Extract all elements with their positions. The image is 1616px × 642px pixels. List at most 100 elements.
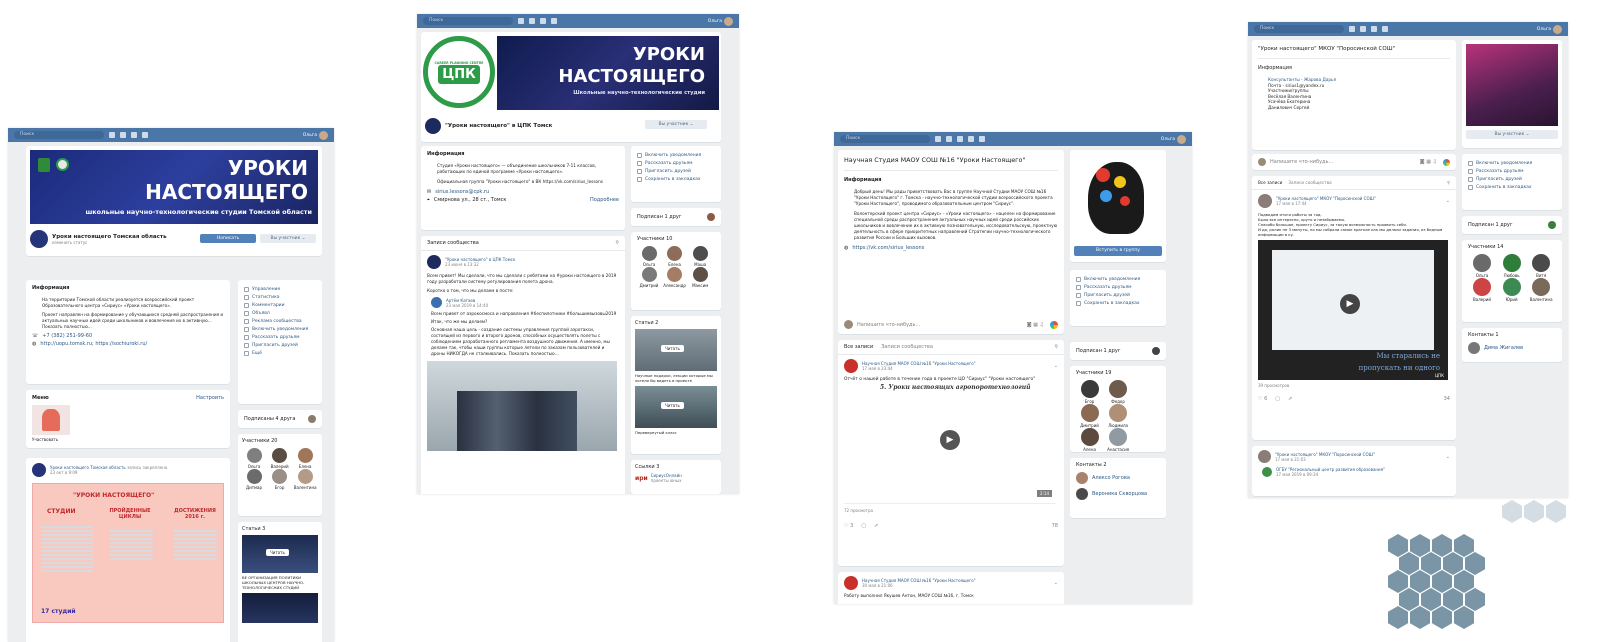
notifications-icon[interactable] (518, 18, 524, 24)
contact-name[interactable]: Вероника Скворцова (1092, 491, 1147, 497)
search-input[interactable]: Поиск (1254, 25, 1344, 33)
repost-date[interactable]: 23 мая 2019 в 14:40 (446, 303, 488, 308)
member[interactable]: Елена (293, 448, 317, 469)
members-heading[interactable]: Участники 14 (1468, 244, 1556, 250)
member[interactable]: Дмитрий (1076, 404, 1103, 428)
play-button-icon[interactable]: ▶ (1340, 294, 1360, 314)
menu-item-label[interactable]: Участвовать (32, 437, 224, 442)
member[interactable]: Максим (688, 267, 712, 288)
post-date[interactable]: 17 мая в 23:44 (862, 366, 976, 371)
member[interactable]: Александр (663, 267, 687, 288)
menu-share[interactable]: Рассказать друзьям (1468, 169, 1556, 174)
subs-heading[interactable]: Подписан 1 друг (637, 214, 681, 220)
member[interactable]: Витя (1527, 254, 1555, 278)
member[interactable]: Федор (1105, 380, 1132, 404)
article-cover[interactable]: Читать (635, 329, 717, 371)
user-menu[interactable]: Ольга (1537, 24, 1562, 34)
read-button[interactable]: Читать (266, 549, 289, 556)
notifications-icon[interactable] (1349, 26, 1355, 32)
chevron-down-icon[interactable]: ⌄ (1446, 198, 1450, 204)
site-link[interactable]: https://vk.com/sirius_lessons (852, 245, 924, 251)
repost-author-avatar[interactable] (431, 297, 442, 308)
post-date[interactable]: 17 мая в 17:44 (1276, 201, 1376, 206)
subs-heading[interactable]: Подписан 1 друг (1076, 348, 1120, 354)
like-button[interactable]: ♡ 3 (844, 523, 853, 529)
menu-invite[interactable]: Пригласить друзей (1076, 293, 1160, 298)
site-link[interactable]: http://uopu.tomsk.ru; https://sochiuroki… (40, 341, 147, 347)
video-player[interactable]: 5. Уроки настоящих агропоротехнологий ▶ … (844, 384, 1056, 504)
subs-heading[interactable]: Подписаны 4 друга (244, 416, 295, 422)
music-icon[interactable] (540, 18, 546, 24)
group-status[interactable]: изменить статус (52, 240, 167, 245)
members-heading[interactable]: Участники 20 (242, 438, 318, 444)
user-menu[interactable]: Ольга (303, 130, 328, 140)
contact-name[interactable]: Алексо Рогова (1092, 475, 1130, 481)
notifications-icon[interactable] (109, 132, 115, 138)
subs-heading[interactable]: Подписан 1 друг (1468, 222, 1512, 228)
comment-icon[interactable]: ▢ (861, 523, 866, 529)
search-input[interactable]: Поиск (14, 131, 104, 139)
contact-avatar[interactable] (1468, 342, 1480, 354)
read-button[interactable]: Читать (661, 345, 684, 352)
members-heading[interactable]: Участники 19 (1076, 370, 1160, 376)
menu-stats[interactable]: Статистика (244, 295, 316, 300)
contacts-heading[interactable]: Контакты 1 (1468, 332, 1556, 338)
post-author-avatar[interactable] (32, 463, 46, 477)
member-button[interactable]: Вы участник ⌄ (645, 120, 707, 129)
read-button[interactable]: Читать (661, 402, 684, 409)
menu-promote[interactable]: Реклама сообщества (244, 319, 316, 324)
menu-share[interactable]: Рассказать друзьям (1076, 285, 1160, 290)
menu-share[interactable]: Рассказать друзьям (244, 335, 316, 340)
post-author-avatar[interactable] (1258, 450, 1271, 463)
bell-icon[interactable] (957, 136, 963, 142)
notifications-icon[interactable] (935, 136, 941, 142)
search-icon[interactable]: ⚲ (615, 240, 619, 246)
member[interactable]: Любовь (1498, 254, 1526, 278)
music-icon[interactable] (1371, 26, 1377, 32)
member[interactable]: Валентина (293, 469, 317, 490)
group-avatar[interactable] (30, 230, 48, 248)
member[interactable]: Валентина (1527, 278, 1555, 302)
member[interactable]: Людмила (1105, 404, 1132, 428)
contact-avatar[interactable] (1076, 488, 1088, 500)
more-link[interactable]: Подробнее (590, 197, 619, 203)
like-button[interactable]: ♡ 6 (1258, 396, 1267, 402)
repost-date[interactable]: 17 мая 2019 в 09:34 (1276, 472, 1385, 477)
music-icon[interactable] (131, 132, 137, 138)
tab-community-posts[interactable]: Записи сообщества (1288, 180, 1331, 185)
play-icon[interactable] (142, 132, 148, 138)
messages-icon[interactable] (946, 136, 952, 142)
member[interactable]: Дитмар (242, 469, 266, 490)
contact-name[interactable]: Дима Жигалев (1484, 345, 1523, 351)
menu-bookmark[interactable]: Сохранить в закладках (637, 177, 715, 182)
member[interactable]: Маша (688, 246, 712, 267)
member-button[interactable]: Вы участник ⌄ (1466, 130, 1558, 139)
contact-avatar[interactable] (1076, 472, 1088, 484)
chevron-down-icon[interactable]: ⌄ (1054, 363, 1058, 369)
group-avatar[interactable] (425, 118, 441, 134)
menu-notify[interactable]: Включить уведомления (244, 327, 316, 332)
member[interactable]: Юрий (1498, 278, 1526, 302)
menu-invite[interactable]: Пригласить друзей (1468, 177, 1556, 182)
friend-avatar[interactable] (1548, 221, 1556, 229)
member[interactable]: Егор (1076, 380, 1103, 404)
music-icon[interactable] (968, 136, 974, 142)
play-icon[interactable] (551, 18, 557, 24)
comment-icon[interactable]: ▢ (1275, 396, 1280, 402)
friend-avatar[interactable] (1152, 347, 1160, 355)
article-cover-2[interactable]: Читать (635, 386, 717, 428)
join-button[interactable]: Вступить в группу (1074, 246, 1162, 256)
menu-comments[interactable]: Комментарии (244, 303, 316, 308)
email-link[interactable]: sirius.lessons@cpk.ru (435, 189, 489, 195)
video-player[interactable]: ▶ Мы старались не пропускать ни одного Ц… (1258, 240, 1448, 380)
article-title[interactable]: ВЕ ОРГАНИЗАЦИЯ ПОЛИТИКИ ШКОЛЬНЫХ ЦЕНТРОВ… (242, 575, 318, 590)
play-icon[interactable] (979, 136, 985, 142)
share-icon[interactable]: ⇗ (874, 523, 878, 529)
menu-more[interactable]: Ещё (244, 351, 316, 356)
post-date[interactable]: 17 мая в 21:03 (1275, 457, 1375, 462)
menu-tile[interactable] (32, 405, 70, 435)
post-author-avatar[interactable] (844, 576, 858, 590)
tab-all-posts[interactable]: Все записи (844, 344, 873, 350)
bell-icon[interactable] (120, 132, 126, 138)
tab-community-posts[interactable]: Записи сообщества (881, 344, 933, 350)
